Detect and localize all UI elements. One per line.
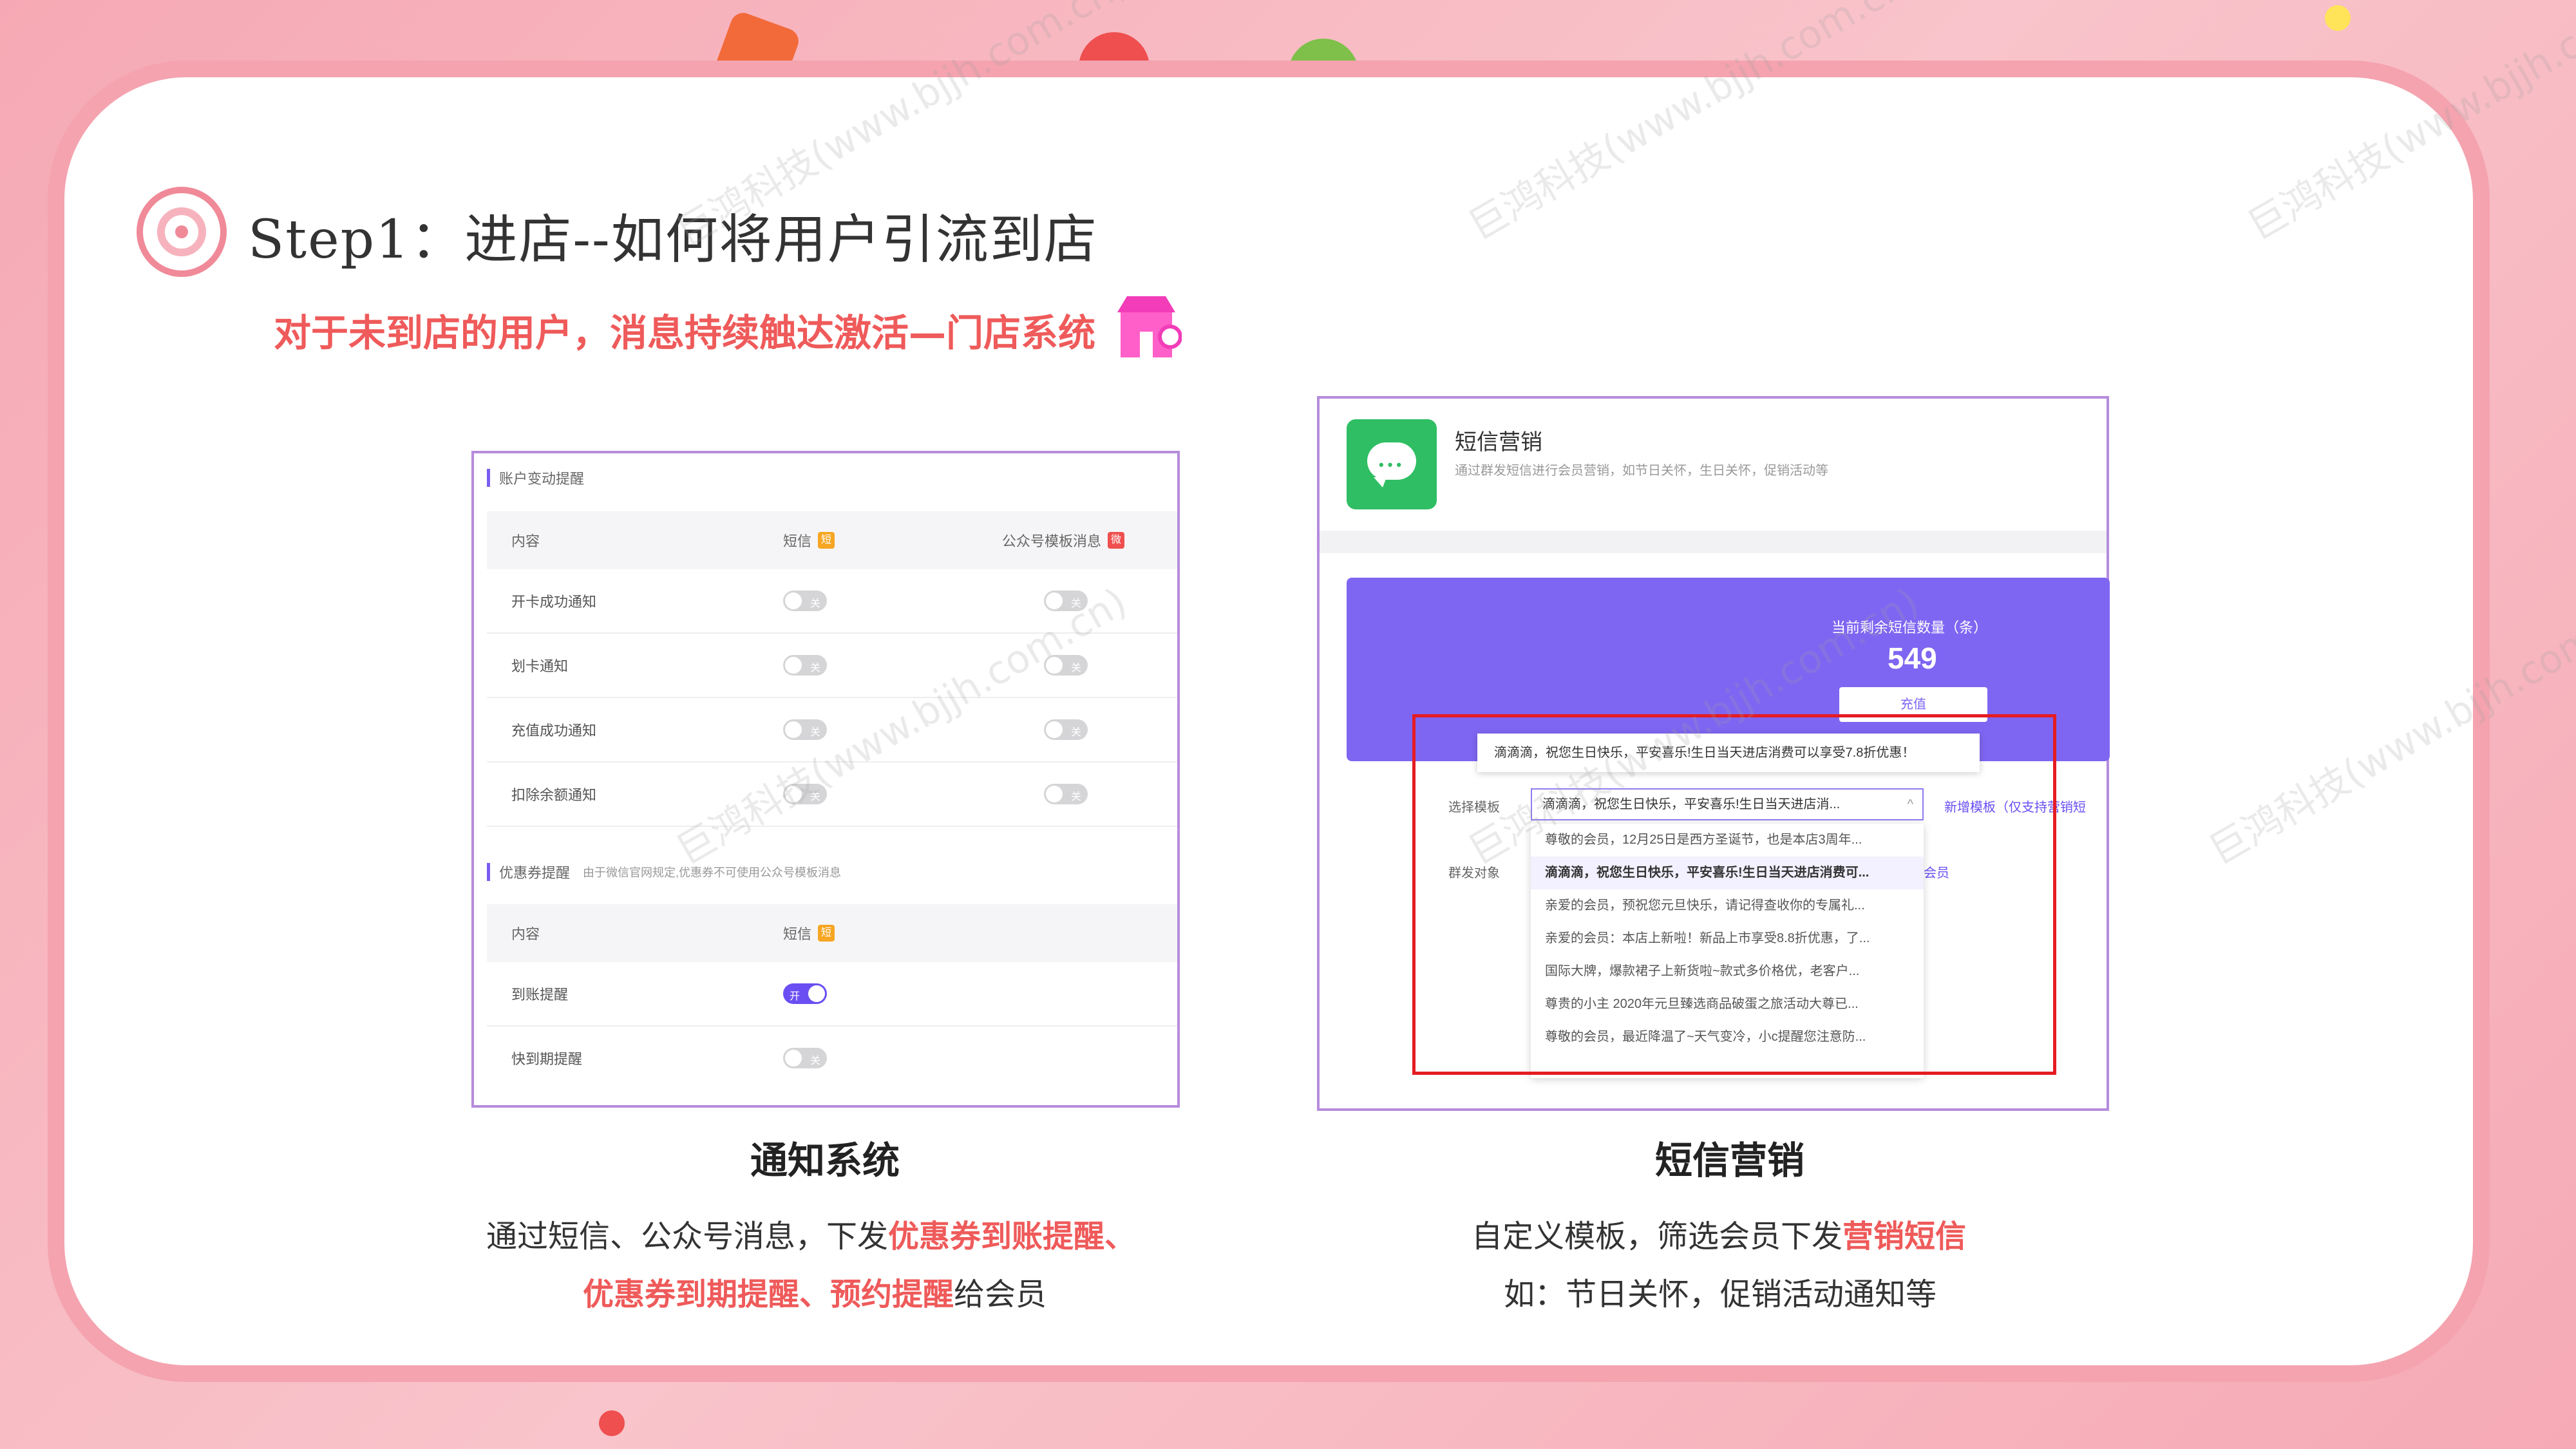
sms-toggle[interactable]: 关: [783, 784, 827, 804]
sms-header: ••• 短信营销 通过群发短信进行会员营销，如节日关怀，生日关怀，促销活动等: [1320, 399, 2107, 531]
col-content: 内容: [511, 926, 540, 942]
deco-dot-red: [599, 1410, 625, 1436]
right-caption-title: 短信营销: [1655, 1139, 1805, 1182]
row-label: 划卡通知: [511, 658, 569, 674]
right-caption-line2: 如：节日关怀，促销活动通知等: [1504, 1276, 1937, 1312]
table-row: 开卡成功通知 关 关: [487, 569, 1177, 634]
sms-toggle[interactable]: 关: [783, 719, 827, 740]
left-caption-line2: 优惠券到期提醒、预约提醒给会员: [583, 1276, 1047, 1312]
section-coupon-reminders: 优惠券提醒 由于微信官网规定,优惠券不可使用公众号模板消息: [487, 859, 841, 885]
col-sms: 短信: [783, 926, 812, 942]
row-label: 到账提醒: [511, 987, 569, 1003]
left-caption-title: 通知系统: [750, 1139, 900, 1182]
col-sms: 短信: [783, 533, 812, 549]
table-row: 快到期提醒 关: [487, 1027, 1177, 1090]
table-row: 到账提醒 开: [487, 962, 1177, 1027]
row-label: 开卡成功通知: [511, 594, 597, 610]
table-header: 内容 短信短: [487, 904, 1177, 962]
row-label: 充值成功通知: [511, 723, 597, 739]
sms-toggle[interactable]: 关: [783, 1048, 827, 1068]
notification-settings-panel: 账户变动提醒 内容 短信短 公众号模板消息微 开卡成功通知 关 关 划卡通知 关…: [471, 451, 1180, 1108]
sms-title: 短信营销: [1455, 430, 1542, 455]
highlight-box: [1412, 714, 2056, 1075]
section-title: 账户变动提醒: [499, 471, 585, 487]
sms-tag: 短: [818, 925, 835, 942]
col-wechat: 公众号模板消息: [1002, 533, 1102, 549]
table-row: 充值成功通知 关 关: [487, 698, 1177, 762]
wechat-tag: 微: [1108, 532, 1125, 549]
section-note: 由于微信官网规定,优惠券不可使用公众号模板消息: [583, 866, 842, 879]
donut-icon: [137, 187, 227, 277]
remaining-count: 549: [1888, 641, 1937, 675]
sms-toggle[interactable]: 关: [783, 655, 827, 676]
sms-toggle[interactable]: 开: [783, 983, 827, 1004]
sms-description: 通过群发短信进行会员营销，如节日关怀，生日关怀，促销活动等: [1455, 464, 1828, 478]
chat-bubble-icon: •••: [1347, 419, 1437, 509]
page-title: Step1：进店--如何将用户引流到店: [248, 209, 1098, 270]
wechat-toggle[interactable]: 关: [1044, 784, 1088, 804]
table-header: 内容 短信短 公众号模板消息微: [487, 511, 1177, 569]
table-row: 扣除余额通知 关 关: [487, 762, 1177, 827]
section-title: 优惠券提醒: [499, 865, 571, 881]
page-subtitle: 对于未到店的用户，消息持续触达激活—门店系统: [274, 311, 1096, 355]
row-label: 扣除余额通知: [511, 787, 597, 803]
sms-tag: 短: [818, 532, 835, 549]
wechat-toggle[interactable]: 关: [1044, 655, 1088, 676]
table-row: 划卡通知 关 关: [487, 634, 1177, 698]
section-account-changes: 账户变动提醒: [487, 465, 584, 491]
left-caption-line1: 通过短信、公众号消息，下发优惠券到账提醒、: [486, 1218, 1136, 1255]
store-icon: [1117, 296, 1182, 357]
right-caption-line1: 自定义模板，筛选会员下发营销短信: [1472, 1218, 1967, 1255]
wechat-toggle[interactable]: 关: [1044, 719, 1088, 740]
sms-marketing-panel: ••• 短信营销 通过群发短信进行会员营销，如节日关怀，生日关怀，促销活动等 当…: [1317, 396, 2110, 1111]
row-label: 快到期提醒: [511, 1051, 583, 1067]
remaining-label: 当前剩余短信数量（条）: [1831, 620, 1987, 636]
wechat-toggle[interactable]: 关: [1044, 591, 1088, 611]
col-content: 内容: [511, 533, 540, 549]
deco-dot-yellow: [2325, 5, 2351, 31]
sms-toggle[interactable]: 关: [783, 591, 827, 611]
